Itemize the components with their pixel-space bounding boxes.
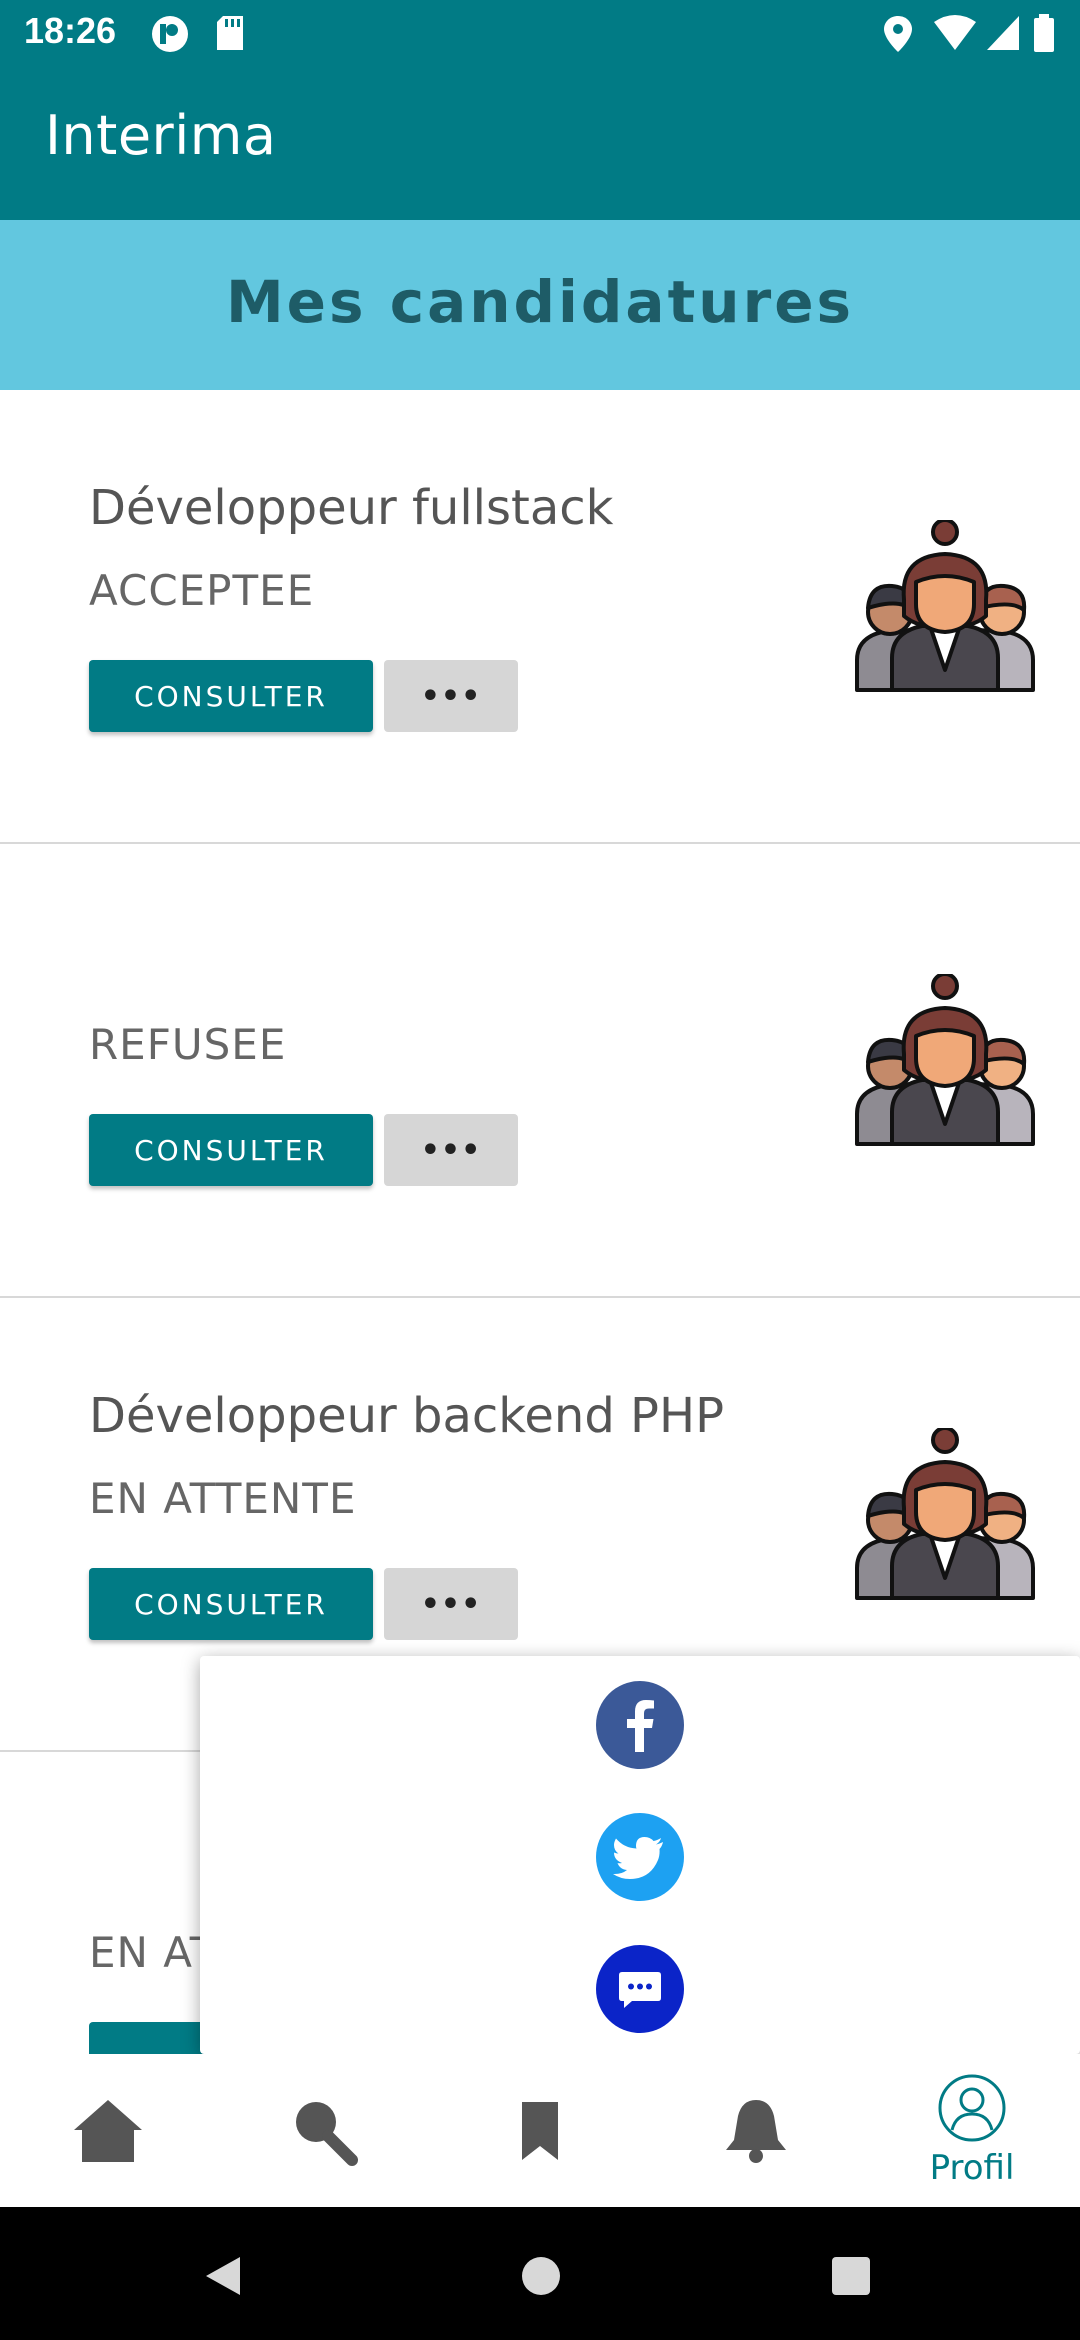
- bookmark-icon: [522, 2102, 558, 2160]
- home-circle-icon[interactable]: [520, 2255, 562, 2297]
- bottom-navigation: Profil: [0, 2054, 1080, 2207]
- status-time: 18:26: [24, 10, 117, 51]
- back-icon[interactable]: [200, 2253, 246, 2299]
- status-bar: 18:26: [0, 0, 1080, 66]
- team-avatar-icon: [855, 974, 1035, 1146]
- team-avatar-icon: [855, 520, 1035, 692]
- search-icon: [296, 2102, 358, 2166]
- battery-icon: [1034, 14, 1054, 52]
- page-title: Mes candidatures: [225, 268, 855, 336]
- facebook-icon[interactable]: [595, 1680, 685, 1770]
- app-title: Interima: [45, 104, 277, 167]
- app-bar: Interima: [0, 66, 1080, 220]
- nav-item-search[interactable]: [216, 2054, 432, 2207]
- twitter-icon[interactable]: [595, 1812, 685, 1902]
- nav-item-saved[interactable]: [432, 2054, 648, 2207]
- consult-button[interactable]: CONSULTER: [89, 1114, 373, 1186]
- application-status: REFUSEE: [89, 1020, 287, 1069]
- app-notification-icon: [152, 16, 188, 52]
- sd-card-icon: [217, 16, 243, 50]
- page-header: Mes candidatures: [0, 220, 1080, 390]
- more-options-button[interactable]: •••: [384, 1114, 518, 1186]
- team-avatar-icon: [855, 1428, 1035, 1600]
- profile-icon: [938, 2074, 1006, 2142]
- job-title: Développeur backend PHP: [89, 1388, 725, 1444]
- application-status: EN ATTENTE: [89, 1474, 357, 1523]
- more-options-button[interactable]: •••: [384, 660, 518, 732]
- share-popup-menu: [200, 1656, 1080, 2054]
- system-navigation-bar: [0, 2207, 1080, 2340]
- message-icon[interactable]: [595, 1944, 685, 2034]
- application-card: REFUSEE CONSULTER •••: [0, 844, 1080, 1298]
- application-card: Développeur fullstack ACCEPTEE CONSULTER…: [0, 390, 1080, 844]
- wifi-icon: [934, 15, 976, 50]
- bell-icon: [726, 2100, 786, 2163]
- home-icon: [74, 2100, 142, 2162]
- nav-label-profile: Profil: [929, 2148, 1015, 2188]
- nav-item-notifications[interactable]: [648, 2054, 864, 2207]
- cell-signal-icon: [987, 16, 1019, 50]
- consult-button[interactable]: CONSULTER: [89, 660, 373, 732]
- more-options-button[interactable]: •••: [384, 1568, 518, 1640]
- nav-item-profile[interactable]: Profil: [864, 2054, 1080, 2207]
- location-icon: [884, 16, 912, 52]
- application-status: EN AT: [89, 1928, 217, 1977]
- recents-icon[interactable]: [830, 2255, 872, 2297]
- job-title: Développeur fullstack: [89, 480, 614, 536]
- application-status: ACCEPTEE: [89, 566, 315, 615]
- consult-button[interactable]: CONSULTER: [89, 1568, 373, 1640]
- nav-item-home[interactable]: [0, 2054, 216, 2207]
